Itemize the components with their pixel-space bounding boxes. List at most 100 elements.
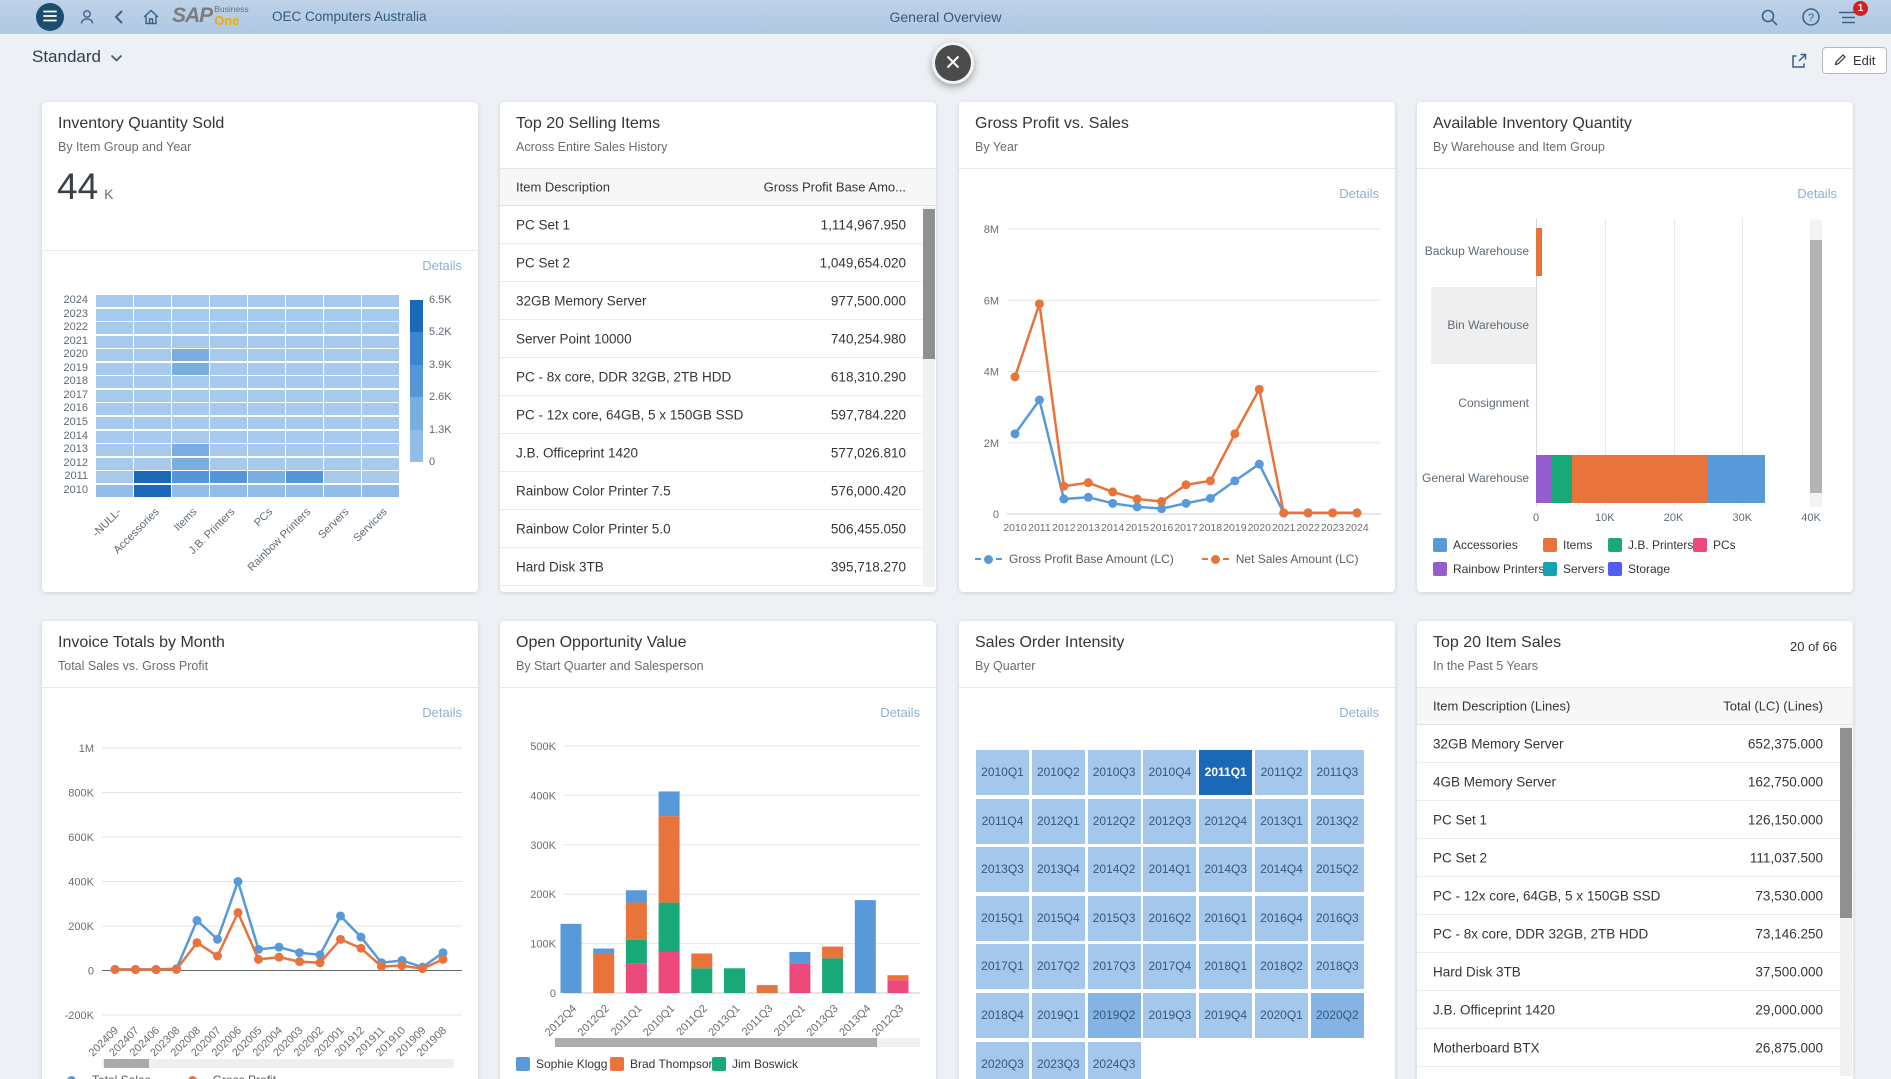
bar-segment[interactable] [855, 900, 876, 993]
menu-button[interactable] [36, 3, 64, 31]
data-point[interactable] [418, 964, 427, 973]
heatmap-cell[interactable] [96, 336, 133, 348]
heatmap-cell[interactable] [134, 376, 171, 388]
data-point[interactable] [131, 965, 140, 974]
heatmap-cell[interactable] [324, 349, 361, 361]
quarter-tile[interactable]: 2013Q2 [1311, 799, 1364, 844]
quarter-tile[interactable]: 2011Q1 [1199, 750, 1252, 795]
heatmap-cell[interactable] [362, 403, 399, 415]
data-point[interactable] [1279, 508, 1288, 517]
quarter-tile[interactable]: 2017Q2 [1032, 944, 1085, 989]
heatmap-cell[interactable] [286, 322, 323, 334]
heatmap-cell[interactable] [286, 309, 323, 321]
heatmap-cell[interactable] [172, 309, 209, 321]
quarter-tile[interactable]: 2016Q1 [1199, 896, 1252, 941]
heatmap-cell[interactable] [324, 295, 361, 307]
column-header-amount[interactable]: Gross Profit Base Amo... [764, 180, 906, 195]
heatmap-cell[interactable] [362, 295, 399, 307]
heatmap-cell[interactable] [248, 376, 285, 388]
quarter-tile[interactable]: 2024Q3 [1088, 1042, 1141, 1079]
table-row[interactable]: Rainbow Color Printer 7.5576,000.420 [500, 472, 936, 510]
heatmap-cell[interactable] [286, 295, 323, 307]
heatmap-cell[interactable] [286, 363, 323, 375]
heatmap-cell[interactable] [362, 485, 399, 497]
quarter-tile[interactable]: 2013Q3 [976, 847, 1029, 892]
quarter-tile[interactable]: 2010Q2 [1032, 750, 1085, 795]
data-point[interactable] [1133, 502, 1142, 511]
heatmap-cell[interactable] [172, 485, 209, 497]
back-button[interactable] [112, 8, 126, 29]
scrollbar-track[interactable] [555, 1038, 920, 1047]
heatmap-cell[interactable] [324, 458, 361, 470]
view-selector[interactable]: Standard [32, 47, 123, 67]
data-point[interactable] [1206, 494, 1215, 503]
quarter-tile[interactable]: 2016Q3 [1311, 896, 1364, 941]
help-button[interactable]: ? [1801, 7, 1821, 30]
heatmap-cell[interactable] [248, 349, 285, 361]
quarter-tile[interactable]: 2014Q4 [1255, 847, 1308, 892]
bar-segment[interactable] [822, 958, 843, 993]
bar-segment[interactable] [626, 890, 647, 902]
heatmap-cell[interactable] [96, 431, 133, 443]
heatmap-cell[interactable] [96, 458, 133, 470]
column-header-description[interactable]: Item Description (Lines) [1433, 699, 1570, 714]
table-row[interactable]: PC Set 2111,037.500 [1417, 839, 1853, 877]
data-point[interactable] [377, 962, 386, 971]
data-point[interactable] [213, 935, 222, 944]
data-point[interactable] [1230, 476, 1239, 485]
data-point[interactable] [1035, 299, 1044, 308]
heatmap-cell[interactable] [286, 349, 323, 361]
legend-item[interactable]: PCs [1693, 538, 1736, 552]
quarter-tile[interactable]: 2019Q2 [1088, 993, 1141, 1038]
quarter-tile[interactable]: 2010Q1 [976, 750, 1029, 795]
legend-item[interactable]: Storage [1608, 562, 1670, 576]
heatmap-cell[interactable] [210, 485, 247, 497]
data-point[interactable] [295, 948, 304, 957]
heatmap-cell[interactable] [248, 458, 285, 470]
heatmap-cell[interactable] [286, 485, 323, 497]
heatmap-cell[interactable] [96, 349, 133, 361]
heatmap-cell[interactable] [324, 336, 361, 348]
legend-item[interactable]: Accessories [1433, 538, 1518, 552]
heatmap-cell[interactable] [210, 403, 247, 415]
data-point[interactable] [1133, 495, 1142, 504]
quarter-tile[interactable]: 2018Q3 [1311, 944, 1364, 989]
bar-segment[interactable] [691, 968, 712, 993]
quarter-tile[interactable]: 2018Q1 [1199, 944, 1252, 989]
table-row[interactable]: PC - 12x core, 64GB, 5 x 150GB SSD73,530… [1417, 877, 1853, 915]
data-point[interactable] [1157, 497, 1166, 506]
heatmap-cell[interactable] [248, 295, 285, 307]
heatmap-cell[interactable] [248, 322, 285, 334]
data-point[interactable] [1182, 499, 1191, 508]
quarter-tile[interactable]: 2015Q4 [1032, 896, 1085, 941]
legend-item[interactable]: Sophie Klogg [516, 1057, 607, 1071]
quarter-tile[interactable]: 2011Q4 [976, 799, 1029, 844]
heatmap-cell[interactable] [172, 376, 209, 388]
data-point[interactable] [1255, 460, 1264, 469]
heatmap-cell[interactable] [324, 485, 361, 497]
scrollbar-track[interactable] [102, 1059, 454, 1068]
heatmap-cell[interactable] [134, 471, 171, 483]
heatmap-cell[interactable] [286, 336, 323, 348]
scrollbar-thumb[interactable] [923, 209, 935, 359]
heatmap-cell[interactable] [324, 471, 361, 483]
scrollbar-track[interactable] [1840, 726, 1852, 1076]
data-point[interactable] [172, 965, 181, 974]
table-row[interactable]: PC - 8x core, DDR 32GB, 2TB HDD73,146.25… [1417, 915, 1853, 953]
scrollbar-track[interactable] [923, 207, 935, 587]
column-header-amount[interactable]: Total (LC) (Lines) [1723, 699, 1823, 714]
bar-segment[interactable] [626, 963, 647, 993]
data-point[interactable] [398, 961, 407, 970]
bar-segment[interactable] [1707, 455, 1765, 503]
legend-item[interactable]: Brad Thompson [610, 1057, 715, 1071]
data-point[interactable] [336, 935, 345, 944]
heatmap-cell[interactable] [172, 349, 209, 361]
heatmap-cell[interactable] [96, 309, 133, 321]
heatmap-cell[interactable] [324, 444, 361, 456]
bar-segment[interactable] [1572, 455, 1707, 503]
heatmap-cell[interactable] [172, 431, 209, 443]
data-point[interactable] [1255, 385, 1264, 394]
quarter-tile[interactable]: 2012Q3 [1143, 799, 1196, 844]
data-point[interactable] [275, 953, 284, 962]
bar-segment[interactable] [659, 791, 680, 816]
